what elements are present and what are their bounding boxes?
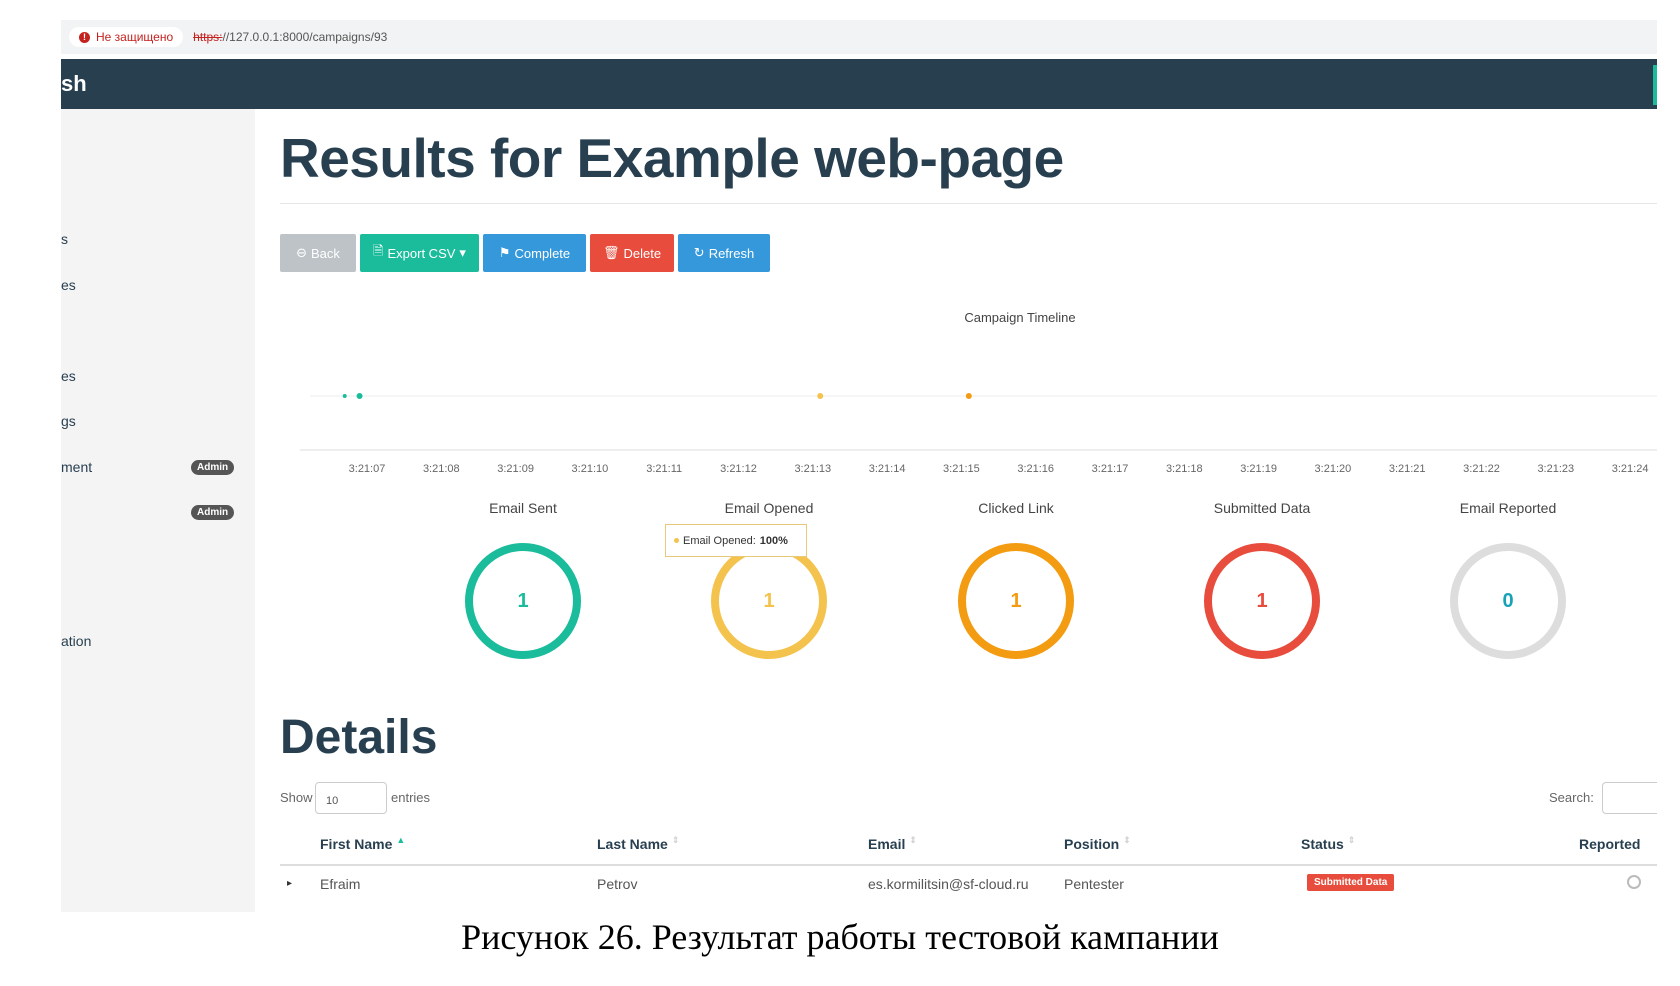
address-bar[interactable]: ! Не защищено https://127.0.0.1:8000/cam… [61, 20, 1657, 54]
search-input[interactable] [1602, 782, 1657, 814]
timeline-tick-label: 3:21:10 [571, 463, 609, 475]
column-header-email[interactable]: Email ⇕ [868, 835, 917, 852]
export-csv-button[interactable]: 🗎 Export CSV ▾ [360, 234, 479, 272]
arrow-left-circle-icon: ⊖ [296, 245, 307, 260]
file-icon: 🗎 [373, 243, 384, 258]
timeline-tick-label: 3:21:18 [1165, 463, 1203, 475]
timeline-title: Campaign Timeline [964, 310, 1076, 325]
sort-icon: ⇕ [671, 835, 680, 845]
timeline-tick-label: 3:21:13 [794, 463, 832, 475]
stat-ring[interactable]: 0 [1450, 543, 1566, 659]
timeline-tick-label: 3:21:07 [348, 463, 386, 475]
timeline-tick-label: 3:21:22 [1463, 463, 1500, 475]
warning-icon: ! [79, 31, 90, 43]
sort-icon: ⇕ [1123, 835, 1131, 845]
timeline-tick-label: 3:21:21 [1388, 463, 1426, 475]
timeline-event-point[interactable] [356, 393, 363, 399]
timeline-event-point[interactable] [817, 393, 824, 399]
sidebar-item[interactable]: s [61, 231, 68, 247]
legend-dot-icon [674, 538, 679, 543]
sidebar-item[interactable]: es [61, 277, 76, 293]
column-header-last-name[interactable]: Last Name ⇕ [597, 835, 680, 852]
top-navbar: sh [61, 59, 1657, 109]
security-chip[interactable]: ! Не защищено [69, 27, 184, 47]
timeline-tick-label: 3:21:17 [1091, 463, 1129, 475]
sidebar: s es es gs ment Admin Admin ation [61, 109, 255, 912]
page-title: Results for Example web-page [280, 127, 1064, 189]
stat-value: 1 [517, 589, 529, 612]
timeline-tick-label: 3:21:14 [868, 463, 906, 475]
sort-icon: ⇕ [1347, 835, 1356, 845]
complete-button[interactable]: ⚑ Complete [483, 234, 586, 272]
reported-circle-icon [1627, 875, 1641, 889]
search-label: Search: [1549, 790, 1594, 805]
timeline-tick-label: 3:21:11 [646, 463, 683, 475]
stat-ring[interactable]: 1 [1204, 543, 1320, 659]
stat-label: Email Reported [1459, 500, 1557, 516]
stat-value: 1 [1010, 589, 1022, 612]
stat-value: 1 [763, 589, 775, 612]
admin-badge: Admin [191, 505, 235, 520]
stat-label: Email Sent [489, 500, 557, 516]
timeline-tick-label: 3:21:24 [1611, 463, 1649, 475]
trash-icon: 🗑 [602, 245, 620, 260]
stat-label: Clicked Link [978, 500, 1054, 516]
timeline-tick-label: 3:21:23 [1537, 463, 1575, 475]
figure-caption: Рисунок 26. Результат работы тестовой ка… [461, 917, 1219, 957]
timeline-tick-label: 3:21:15 [943, 463, 980, 475]
column-header-reported[interactable]: Reported [1579, 836, 1640, 852]
chart-tooltip: Email Opened: 100% [665, 524, 807, 557]
timeline-tick-label: 3:21:19 [1240, 463, 1277, 475]
stat-value: 1 [1256, 589, 1268, 612]
status-badge: Submitted Data [1307, 874, 1395, 891]
title-divider [280, 203, 1657, 204]
page-length-select[interactable]: 10 [315, 782, 387, 814]
sort-icon: ⇕ [909, 835, 917, 845]
timeline-tick-label: 3:21:12 [720, 463, 757, 475]
cell-email: es.kormilitsin@sf-cloud.ru [868, 876, 1029, 892]
caret-down-icon: ▾ [459, 245, 466, 260]
row-expand-icon[interactable]: ▸ [287, 878, 292, 889]
timeline-chart [300, 393, 1657, 451]
stat-ring[interactable]: 1 [711, 543, 827, 659]
column-header-first-name[interactable]: First Name ▲ [320, 835, 406, 852]
refresh-button[interactable]: ↻ Refresh [678, 234, 770, 272]
brand-logo-text[interactable]: sh [61, 71, 87, 97]
details-title: Details [280, 711, 438, 764]
sidebar-item[interactable]: gs [61, 413, 76, 429]
stat-label: Submitted Data [1213, 500, 1311, 516]
sidebar-item[interactable]: ation [61, 633, 91, 649]
cell-position: Pentester [1064, 876, 1124, 892]
cell-last-name: Petrov [597, 876, 638, 892]
flag-icon: ⚑ [498, 245, 511, 260]
sort-asc-icon: ▲ [396, 835, 406, 845]
back-button[interactable]: ⊖ Back [280, 234, 356, 272]
admin-badge: Admin [191, 460, 235, 475]
timeline-event-point[interactable] [965, 393, 972, 399]
table-header-divider [280, 864, 1657, 866]
refresh-icon: ↻ [693, 245, 705, 260]
show-label: Show [280, 790, 313, 805]
delete-button[interactable]: 🗑 Delete [590, 234, 674, 272]
timeline-tick-label: 3:21:09 [497, 463, 534, 475]
stat-value: 0 [1502, 589, 1514, 612]
timeline-tick-label: 3:21:20 [1314, 463, 1352, 475]
entries-label: entries [391, 790, 431, 805]
sidebar-item[interactable]: es [61, 368, 76, 384]
timeline-event-point[interactable] [342, 394, 347, 398]
security-label: Не защищено [96, 30, 174, 44]
stat-ring[interactable]: 1 [465, 543, 581, 659]
column-header-position[interactable]: Position ⇕ [1064, 835, 1131, 852]
url-text[interactable]: https://127.0.0.1:8000/campaigns/93 [193, 30, 387, 44]
stat-label: Email Opened [724, 500, 814, 516]
cell-first-name: Efraim [320, 876, 361, 892]
sidebar-item[interactable]: ment [61, 459, 92, 475]
timeline-tick-label: 3:21:16 [1017, 463, 1055, 475]
stat-ring[interactable]: 1 [958, 543, 1074, 659]
navbar-accent [1653, 65, 1657, 105]
column-header-status[interactable]: Status ⇕ [1301, 835, 1356, 852]
timeline-tick-label: 3:21:08 [422, 463, 460, 475]
